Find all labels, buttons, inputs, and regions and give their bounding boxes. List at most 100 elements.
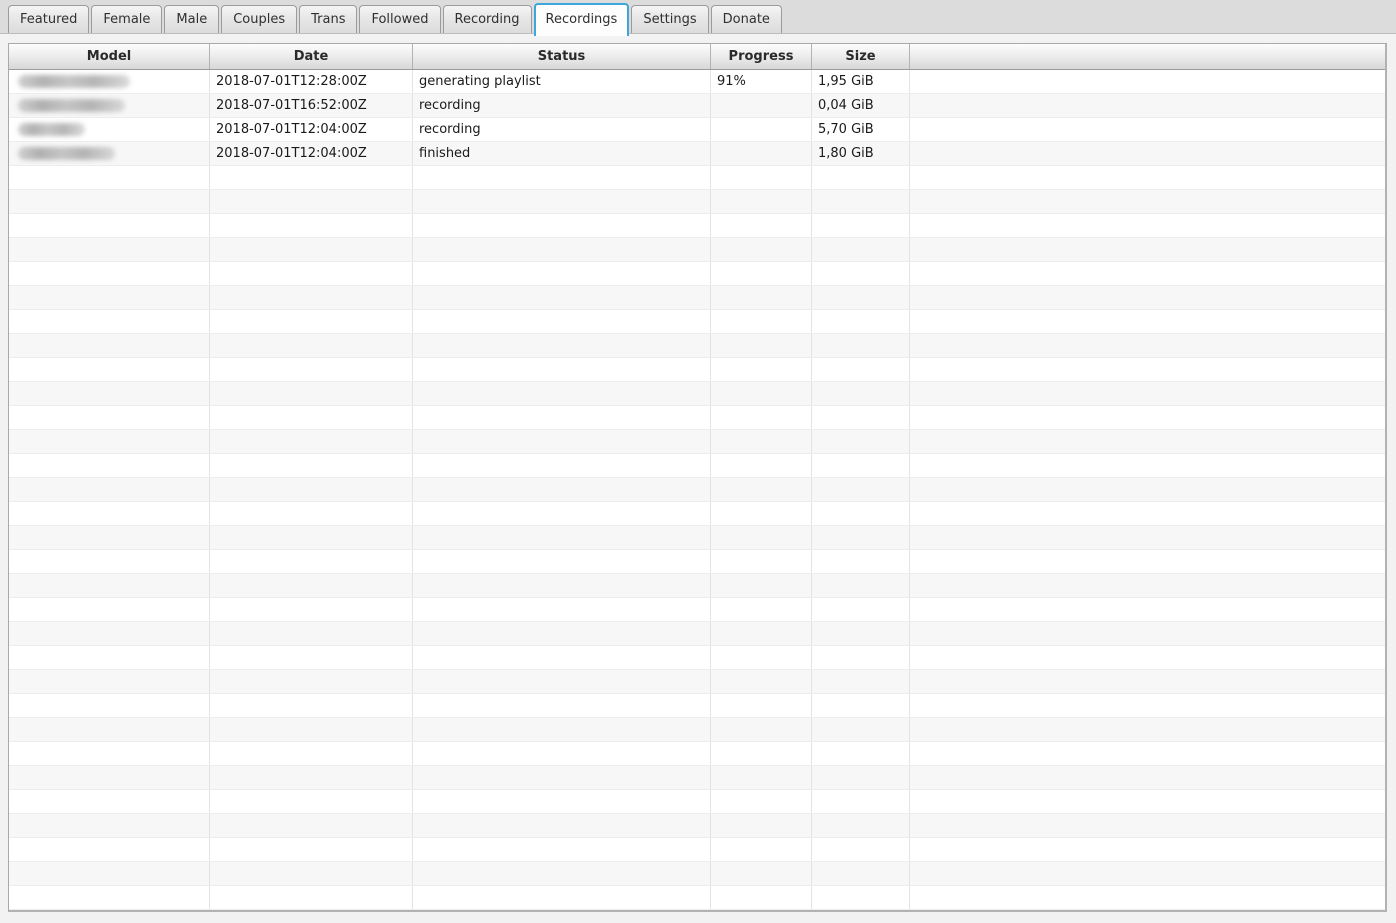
cell-size xyxy=(812,382,910,405)
cell-spacer xyxy=(910,502,1385,525)
cell-model xyxy=(9,646,210,669)
column-header-status[interactable]: Status xyxy=(413,44,711,69)
table-row[interactable]: 2018-07-01T12:04:00Zrecording5,70 GiB xyxy=(9,118,1385,142)
cell-status xyxy=(413,598,711,621)
cell-progress xyxy=(711,310,812,333)
table-row-empty xyxy=(9,358,1385,382)
cell-status xyxy=(413,790,711,813)
cell-progress xyxy=(711,382,812,405)
tab-settings[interactable]: Settings xyxy=(631,5,708,33)
cell-model xyxy=(9,670,210,693)
cell-date xyxy=(210,718,413,741)
cell-status: generating playlist xyxy=(413,70,711,93)
tab-couples[interactable]: Couples xyxy=(221,5,297,33)
tab-bar: FeaturedFemaleMaleCouplesTransFollowedRe… xyxy=(0,0,1396,34)
cell-status xyxy=(413,670,711,693)
cell-size: 5,70 GiB xyxy=(812,118,910,141)
table-row[interactable]: 2018-07-01T12:04:00Zfinished1,80 GiB xyxy=(9,142,1385,166)
cell-model xyxy=(9,70,210,93)
cell-status xyxy=(413,382,711,405)
tab-followed[interactable]: Followed xyxy=(359,5,440,33)
cell-spacer xyxy=(910,574,1385,597)
cell-status xyxy=(413,334,711,357)
cell-model xyxy=(9,94,210,117)
cell-date xyxy=(210,670,413,693)
cell-status xyxy=(413,646,711,669)
cell-progress xyxy=(711,862,812,885)
tab-donate[interactable]: Donate xyxy=(711,5,782,33)
cell-date xyxy=(210,334,413,357)
cell-size xyxy=(812,694,910,717)
cell-model xyxy=(9,310,210,333)
column-header-model[interactable]: Model xyxy=(9,44,210,69)
table-row-empty xyxy=(9,478,1385,502)
tab-featured[interactable]: Featured xyxy=(8,5,89,33)
cell-size: 0,04 GiB xyxy=(812,94,910,117)
cell-spacer xyxy=(910,838,1385,861)
cell-spacer xyxy=(910,406,1385,429)
cell-status: recording xyxy=(413,94,711,117)
tab-trans[interactable]: Trans xyxy=(299,5,357,33)
cell-spacer xyxy=(910,214,1385,237)
cell-status xyxy=(413,358,711,381)
app-window: FeaturedFemaleMaleCouplesTransFollowedRe… xyxy=(0,0,1396,922)
cell-status xyxy=(413,430,711,453)
cell-status xyxy=(413,502,711,525)
cell-progress xyxy=(711,238,812,261)
tab-female[interactable]: Female xyxy=(91,5,162,33)
cell-date xyxy=(210,262,413,285)
cell-status xyxy=(413,526,711,549)
cell-spacer xyxy=(910,310,1385,333)
cell-progress xyxy=(711,166,812,189)
cell-progress xyxy=(711,94,812,117)
cell-status xyxy=(413,694,711,717)
cell-date xyxy=(210,550,413,573)
cell-date xyxy=(210,814,413,837)
table-row-empty xyxy=(9,814,1385,838)
cell-progress xyxy=(711,622,812,645)
cell-spacer xyxy=(910,622,1385,645)
cell-progress xyxy=(711,454,812,477)
cell-spacer xyxy=(910,190,1385,213)
cell-date xyxy=(210,838,413,861)
column-header-spacer[interactable] xyxy=(910,44,1385,69)
cell-spacer xyxy=(910,238,1385,261)
cell-size xyxy=(812,718,910,741)
table-body: 2018-07-01T12:28:00Zgenerating playlist9… xyxy=(9,70,1385,910)
cell-spacer xyxy=(910,262,1385,285)
cell-model xyxy=(9,838,210,861)
cell-date xyxy=(210,598,413,621)
tab-recordings[interactable]: Recordings xyxy=(534,3,630,36)
cell-spacer xyxy=(910,646,1385,669)
recordings-table: ModelDateStatusProgressSize 2018-07-01T1… xyxy=(8,43,1387,912)
cell-date: 2018-07-01T16:52:00Z xyxy=(210,94,413,117)
cell-date xyxy=(210,526,413,549)
cell-progress xyxy=(711,766,812,789)
cell-date xyxy=(210,286,413,309)
cell-size xyxy=(812,622,910,645)
table-row[interactable]: 2018-07-01T12:28:00Zgenerating playlist9… xyxy=(9,70,1385,94)
column-header-date[interactable]: Date xyxy=(210,44,413,69)
cell-model xyxy=(9,886,210,909)
cell-date xyxy=(210,574,413,597)
cell-model xyxy=(9,862,210,885)
tab-male[interactable]: Male xyxy=(164,5,219,33)
cell-spacer xyxy=(910,478,1385,501)
table-row[interactable]: 2018-07-01T16:52:00Zrecording 0,04 GiB xyxy=(9,94,1385,118)
cell-spacer xyxy=(910,742,1385,765)
tab-recording[interactable]: Recording xyxy=(443,5,532,33)
cell-size xyxy=(812,430,910,453)
cell-progress xyxy=(711,790,812,813)
column-header-progress[interactable]: Progress xyxy=(711,44,812,69)
cell-size xyxy=(812,190,910,213)
column-header-size[interactable]: Size xyxy=(812,44,910,69)
cell-model xyxy=(9,766,210,789)
cell-size xyxy=(812,886,910,909)
redacted-model-name xyxy=(18,147,115,160)
cell-size xyxy=(812,502,910,525)
cell-date xyxy=(210,742,413,765)
cell-model xyxy=(9,478,210,501)
cell-size xyxy=(812,646,910,669)
cell-size xyxy=(812,598,910,621)
cell-model xyxy=(9,718,210,741)
